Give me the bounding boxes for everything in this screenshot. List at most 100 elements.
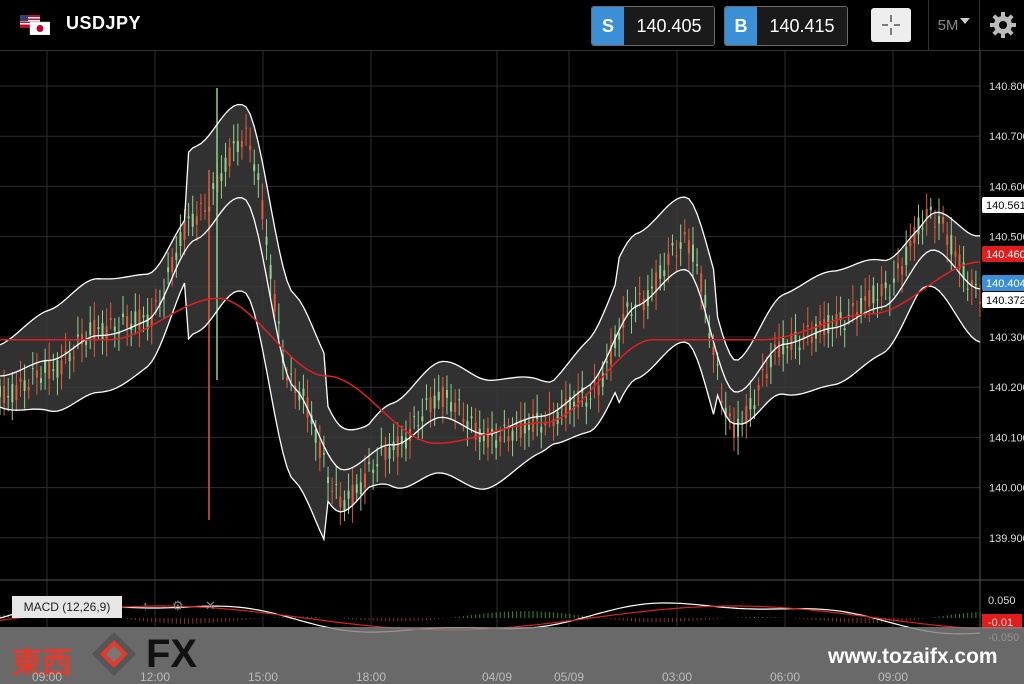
candle-body — [929, 206, 932, 211]
sell-quote-button[interactable]: S 140.405 — [591, 6, 715, 46]
candle-body — [236, 140, 239, 152]
candle-body — [359, 482, 362, 495]
candle-body — [769, 355, 772, 368]
candle-body — [261, 200, 264, 219]
time-tick: 03:00 — [661, 670, 693, 684]
candle-body — [966, 288, 969, 290]
candle-body — [909, 241, 912, 247]
time-tick: 05/09 — [553, 670, 585, 684]
candle-body — [134, 311, 137, 325]
close-icon[interactable]: ✕ — [205, 598, 216, 614]
candle-body — [753, 405, 756, 410]
candle-body — [974, 284, 977, 286]
candle-body — [864, 296, 867, 301]
candle-body — [667, 253, 670, 265]
candle-body — [417, 425, 420, 427]
candle-body — [380, 444, 383, 446]
candle-body — [655, 272, 658, 292]
candle-body — [450, 402, 453, 412]
candle-body — [15, 384, 18, 401]
candle-body — [712, 346, 715, 356]
candle-body — [269, 265, 272, 279]
timeframe-selector[interactable]: 5M — [928, 0, 980, 50]
candle-body — [40, 378, 43, 383]
candle-body — [806, 325, 809, 328]
candle-body — [347, 490, 350, 499]
candle-body — [499, 435, 502, 442]
candle-body — [212, 183, 215, 189]
candle-body — [675, 255, 678, 257]
chevron-down-icon — [960, 18, 971, 24]
price-tag: 140.404 — [986, 278, 1024, 290]
candle-body — [0, 386, 1, 397]
candle-body — [27, 386, 30, 391]
candle-body — [872, 285, 875, 304]
candle-body — [798, 347, 801, 351]
candle-body — [942, 216, 945, 224]
candle-body — [708, 332, 711, 338]
candle-body — [126, 316, 129, 329]
logo-mark-icon — [92, 632, 136, 676]
top-bar: USDJPY S 140.405 B 140.415 5M — [0, 0, 1024, 51]
settings-icon[interactable]: ⚙ — [172, 598, 184, 614]
crosshair-button[interactable] — [871, 8, 911, 42]
candle-body — [343, 500, 346, 511]
time-tick: 09:00 — [31, 670, 63, 684]
candle-body — [101, 323, 104, 340]
price-tick: 140.700 — [989, 131, 1024, 143]
candle-body — [154, 299, 157, 302]
sell-price: 140.405 — [624, 7, 714, 45]
candle-body — [626, 302, 629, 307]
candle-body — [23, 380, 26, 391]
candle-body — [802, 335, 805, 338]
candle-body — [827, 315, 830, 334]
macd-indicator-label[interactable]: MACD (12,26,9) — [12, 596, 122, 618]
candle-body — [905, 246, 908, 265]
candle-body — [331, 491, 334, 493]
candle-body — [175, 252, 178, 260]
symbol-title[interactable]: USDJPY — [66, 13, 141, 34]
candle-body — [3, 385, 6, 404]
price-axis: 140.800140.700140.600140.500140.400140.3… — [989, 81, 1024, 545]
gear-icon[interactable] — [988, 10, 1018, 40]
price-tag: 140.372 — [986, 295, 1024, 307]
buy-label: B — [725, 7, 757, 45]
candle-body — [593, 381, 596, 383]
candle-body — [142, 315, 145, 318]
price-tick: 140.800 — [989, 81, 1024, 93]
candle-body — [597, 385, 600, 396]
price-chart[interactable]: 140.800140.700140.600140.500140.400140.3… — [0, 51, 1024, 684]
candle-body — [228, 147, 231, 167]
candle-body — [277, 321, 280, 324]
candle-body — [388, 447, 391, 459]
candle-body — [290, 373, 293, 375]
candle-body — [429, 397, 432, 413]
candle-body — [191, 213, 194, 227]
candle-body — [245, 127, 248, 129]
candle-body — [704, 295, 707, 308]
candle-body — [954, 251, 957, 257]
macd-tick: 0.050 — [988, 595, 1016, 607]
timeframe-label: 5M — [937, 16, 959, 34]
candle-body — [249, 145, 252, 151]
candle-body — [749, 398, 752, 410]
candle-body — [642, 298, 645, 311]
arrow-up-icon[interactable]: ↑ — [142, 598, 149, 613]
candle-body — [548, 409, 551, 411]
candle-body — [638, 292, 641, 295]
candle-body — [778, 341, 781, 358]
candle-body — [384, 446, 387, 460]
candle-body — [585, 402, 588, 407]
candle-body — [765, 374, 768, 379]
time-tick: 09:00 — [877, 670, 909, 684]
candle-body — [109, 317, 112, 320]
candle-body — [683, 231, 686, 235]
candle-body — [737, 418, 740, 437]
candle-body — [265, 236, 268, 245]
candle-body — [896, 263, 899, 269]
buy-quote-button[interactable]: B 140.415 — [724, 6, 848, 46]
candle-body — [322, 452, 325, 455]
candle-body — [52, 369, 55, 372]
candle-body — [835, 313, 838, 329]
price-tag: 140.460 — [986, 249, 1024, 261]
